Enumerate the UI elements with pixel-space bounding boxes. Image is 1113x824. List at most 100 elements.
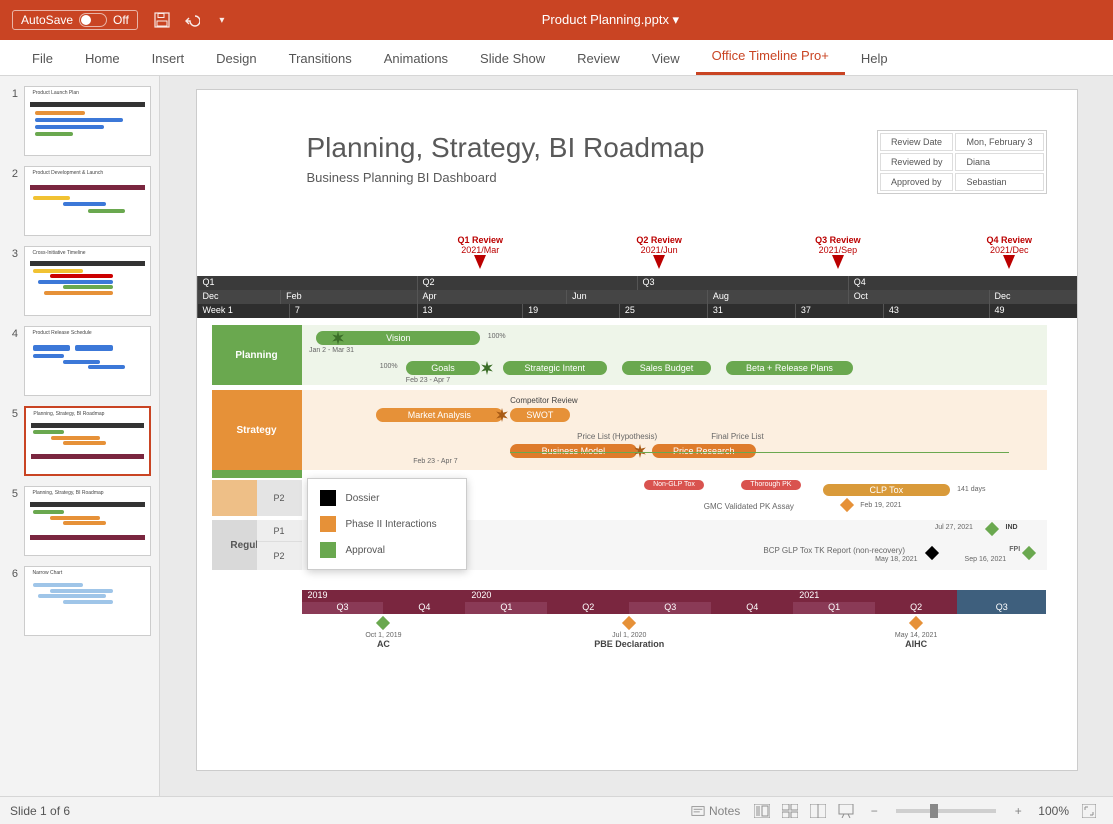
ribbon-tab-design[interactable]: Design (200, 43, 272, 75)
legend-popup[interactable]: DossierPhase II InteractionsApproval (307, 478, 467, 570)
thumb-number: 3 (8, 246, 18, 316)
ribbon-tab-insert[interactable]: Insert (136, 43, 201, 75)
thumb-number: 6 (8, 566, 18, 636)
task-nonglp[interactable]: Non-GLP Tox (644, 480, 704, 490)
slide-thumbnail[interactable]: Planning, Strategy, BI Roadmap (24, 486, 151, 556)
ribbon-tab-office-timeline-pro-[interactable]: Office Timeline Pro+ (696, 40, 845, 75)
reading-view-icon[interactable] (804, 801, 832, 821)
final-price-label: Final Price List (711, 432, 763, 441)
bt-quarter: Q4 (383, 602, 465, 614)
row2-pct: 100% (380, 363, 398, 370)
save-icon[interactable] (150, 8, 174, 32)
lane-strip (212, 470, 302, 478)
bt-year: 2020 (465, 590, 793, 602)
notes-button[interactable]: Notes (683, 801, 748, 821)
competitor-label: Competitor Review (510, 396, 578, 405)
review-marker: Q2 Review2021/Jun (629, 235, 689, 269)
task-thorough[interactable]: Thorough PK (741, 480, 801, 490)
ribbon-tab-view[interactable]: View (636, 43, 696, 75)
bt-quarter: Q4 (711, 602, 793, 614)
timescale-cell: Aug (707, 290, 734, 304)
gmc-label: GMC Validated PK Assay (704, 502, 794, 511)
task-swot[interactable]: SWOT (510, 408, 570, 422)
reg-p1: P1 (257, 520, 302, 542)
ribbon-tab-file[interactable]: File (16, 43, 69, 75)
undo-icon[interactable] (180, 8, 204, 32)
task-strategic-intent[interactable]: Strategic Intent (503, 361, 607, 375)
ribbon-tabs: FileHomeInsertDesignTransitionsAnimation… (0, 40, 1113, 76)
info-cell: Sebastian (955, 173, 1043, 191)
vision-dates: Jan 2 - Mar 31 (309, 347, 354, 354)
notes-label: Notes (709, 804, 740, 818)
clp-days: 141 days (957, 486, 985, 493)
bt-quarter: Q2 (875, 602, 957, 614)
timescale-cell: 31 (707, 304, 728, 318)
ribbon-tab-slide-show[interactable]: Slide Show (464, 43, 561, 75)
slide-indicator: Slide 1 of 6 (10, 804, 70, 818)
ribbon-tab-help[interactable]: Help (845, 43, 904, 75)
slide-thumbnail[interactable]: Product Release Schedule (24, 326, 151, 396)
zoom-slider-thumb[interactable] (930, 804, 938, 818)
task-sales-budget[interactable]: Sales Budget (622, 361, 711, 375)
timescale-cell: Week 1 (197, 304, 238, 318)
sorter-view-icon[interactable] (776, 801, 804, 821)
row3-dates: Feb 23 - Apr 7 (413, 458, 457, 465)
reg-p2: P2 (257, 542, 302, 570)
task-market-analysis[interactable]: Market Analysis (376, 408, 503, 422)
ribbon-tab-home[interactable]: Home (69, 43, 136, 75)
timescale-cell: 13 (417, 304, 438, 318)
thumb-number: 1 (8, 86, 18, 156)
task-beta-release[interactable]: Beta + Release Plans (726, 361, 853, 375)
slide-thumbnail[interactable]: Product Development & Launch (24, 166, 151, 236)
task-goals[interactable]: Goals (406, 361, 481, 375)
slide-thumbnail[interactable]: Narrow Chart (24, 566, 151, 636)
bt-quarter: Q3 (957, 602, 1046, 614)
lane-sublabel-p2: P2 (257, 480, 302, 516)
info-table: Review DateMon, February 3Reviewed byDia… (877, 130, 1047, 194)
milestone-burst-icon (331, 331, 345, 345)
bt-quarter: Q3 (302, 602, 384, 614)
progress-line (510, 452, 1009, 453)
info-cell: Reviewed by (880, 153, 954, 171)
timescale-cell: 49 (989, 304, 1010, 318)
autosave-toggle[interactable]: AutoSave Off (12, 10, 138, 30)
autosave-pill (79, 13, 107, 27)
fit-to-window-icon[interactable] (1075, 801, 1103, 821)
ribbon-tab-review[interactable]: Review (561, 43, 636, 75)
legend-item[interactable]: Approval (318, 537, 456, 563)
timescale-cell: Dec (989, 290, 1016, 304)
task-price-research[interactable]: Price Research (652, 444, 756, 458)
bt-year (957, 590, 1046, 602)
zoom-slider[interactable] (896, 809, 996, 813)
timescale-cell: 19 (522, 304, 543, 318)
thumb-number: 4 (8, 326, 18, 396)
timescale-cell: Oct (848, 290, 873, 304)
zoom-out-button[interactable]: − (860, 801, 888, 821)
timescale-cell: Q3 (637, 276, 660, 290)
ribbon-tab-transitions[interactable]: Transitions (273, 43, 368, 75)
legend-item[interactable]: Phase II Interactions (318, 511, 456, 537)
bt-milestone: May 14, 2021AIHC (866, 618, 966, 649)
slide-thumbnail[interactable]: Planning, Strategy, BI Roadmap (24, 406, 151, 476)
ribbon-tab-animations[interactable]: Animations (368, 43, 464, 75)
slide-thumbnail[interactable]: Product Launch Plan (24, 86, 151, 156)
slide-thumbnail[interactable]: Cross-Initiative Timeline (24, 246, 151, 316)
timescale-cell: Feb (280, 290, 307, 304)
timescale-cell: Apr (417, 290, 442, 304)
title-bar: AutoSave Off ▾ Product Planning.pptx ▾ (0, 0, 1113, 40)
slide[interactable]: Planning, Strategy, BI Roadmap Business … (197, 90, 1077, 770)
thumb-number: 5 (8, 406, 18, 476)
autosave-label: AutoSave (21, 13, 73, 27)
legend-item[interactable]: Dossier (318, 485, 456, 511)
zoom-in-button[interactable]: + (1004, 801, 1032, 821)
diamond-icon (985, 522, 999, 536)
customize-qat-icon[interactable]: ▾ (210, 8, 234, 32)
task-business-model[interactable]: Business Model (510, 444, 637, 458)
info-cell: Diana (955, 153, 1043, 171)
slideshow-view-icon[interactable] (832, 801, 860, 821)
bt-quarter: Q1 (793, 602, 875, 614)
review-marker: Q3 Review2021/Sep (808, 235, 868, 269)
normal-view-icon[interactable] (748, 801, 776, 821)
task-clp-tox[interactable]: CLP Tox (823, 484, 950, 496)
milestone-burst-icon (480, 361, 494, 375)
